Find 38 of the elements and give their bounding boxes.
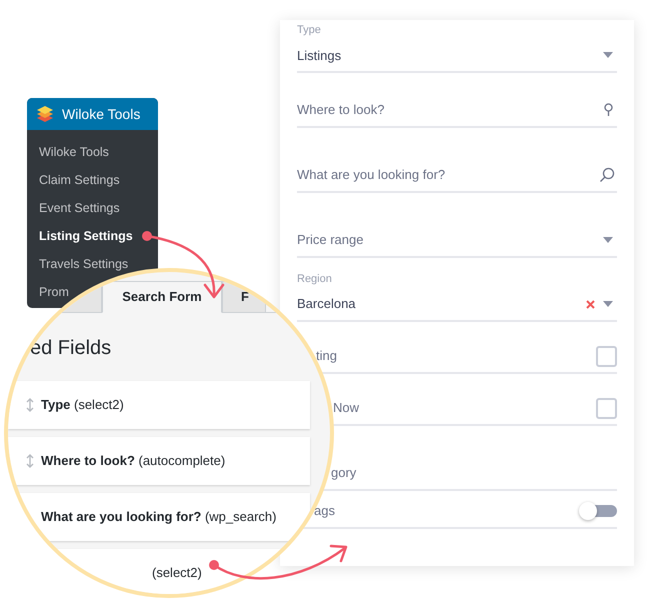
placeholder-text: What are you looking for? <box>297 166 446 184</box>
field-row[interactable]: Where to look? (autocomplete) <box>8 437 310 485</box>
dropdown-caret-icon[interactable] <box>603 237 613 243</box>
field-label: gory <box>331 464 356 482</box>
field-label: What are you looking for? (wp_search) <box>41 508 276 526</box>
field-label: ting <box>316 347 337 366</box>
search-icon[interactable] <box>599 167 615 183</box>
menu-item[interactable]: Listing Settings <box>39 228 133 244</box>
field-label: ags <box>314 502 335 520</box>
field-label: Where to look? (autocomplete) <box>41 452 226 470</box>
menu-title: Wiloke Tools <box>62 104 140 124</box>
field-label: Now <box>333 399 360 418</box>
field-label: Type (select2) <box>41 396 124 414</box>
field-label: (select2) <box>152 564 202 582</box>
clear-icon[interactable] <box>586 300 595 308</box>
pin-icon[interactable] <box>604 103 613 117</box>
menu-item[interactable]: Wiloke Tools <box>39 144 109 160</box>
field-label: Type <box>297 23 322 38</box>
drag-handle-icon[interactable] <box>25 398 35 412</box>
checkbox[interactable] <box>596 346 617 366</box>
dropdown-caret-icon[interactable] <box>603 301 613 307</box>
field-label: Region <box>297 272 333 286</box>
menu-item[interactable]: Claim Settings <box>39 172 120 188</box>
dropdown-caret-icon[interactable] <box>603 52 613 58</box>
checkbox[interactable] <box>596 398 617 418</box>
field-value: Listings <box>297 46 342 65</box>
placeholder-text: Price range <box>297 231 364 250</box>
drag-handle-icon[interactable] <box>25 454 35 468</box>
placeholder-text: Where to look? <box>297 101 386 120</box>
menu-item[interactable]: Prom <box>39 284 69 300</box>
menu-item[interactable]: Event Settings <box>39 200 120 216</box>
layers-icon <box>36 105 54 123</box>
field-row[interactable]: Type (select2) <box>8 381 310 429</box>
tab[interactable]: F <box>222 281 266 313</box>
toggle-switch[interactable] <box>579 502 617 520</box>
field-value: Barcelona <box>297 295 357 314</box>
tab[interactable]: Search Form <box>102 281 222 313</box>
menu-item[interactable]: Travels Settings <box>39 256 128 272</box>
